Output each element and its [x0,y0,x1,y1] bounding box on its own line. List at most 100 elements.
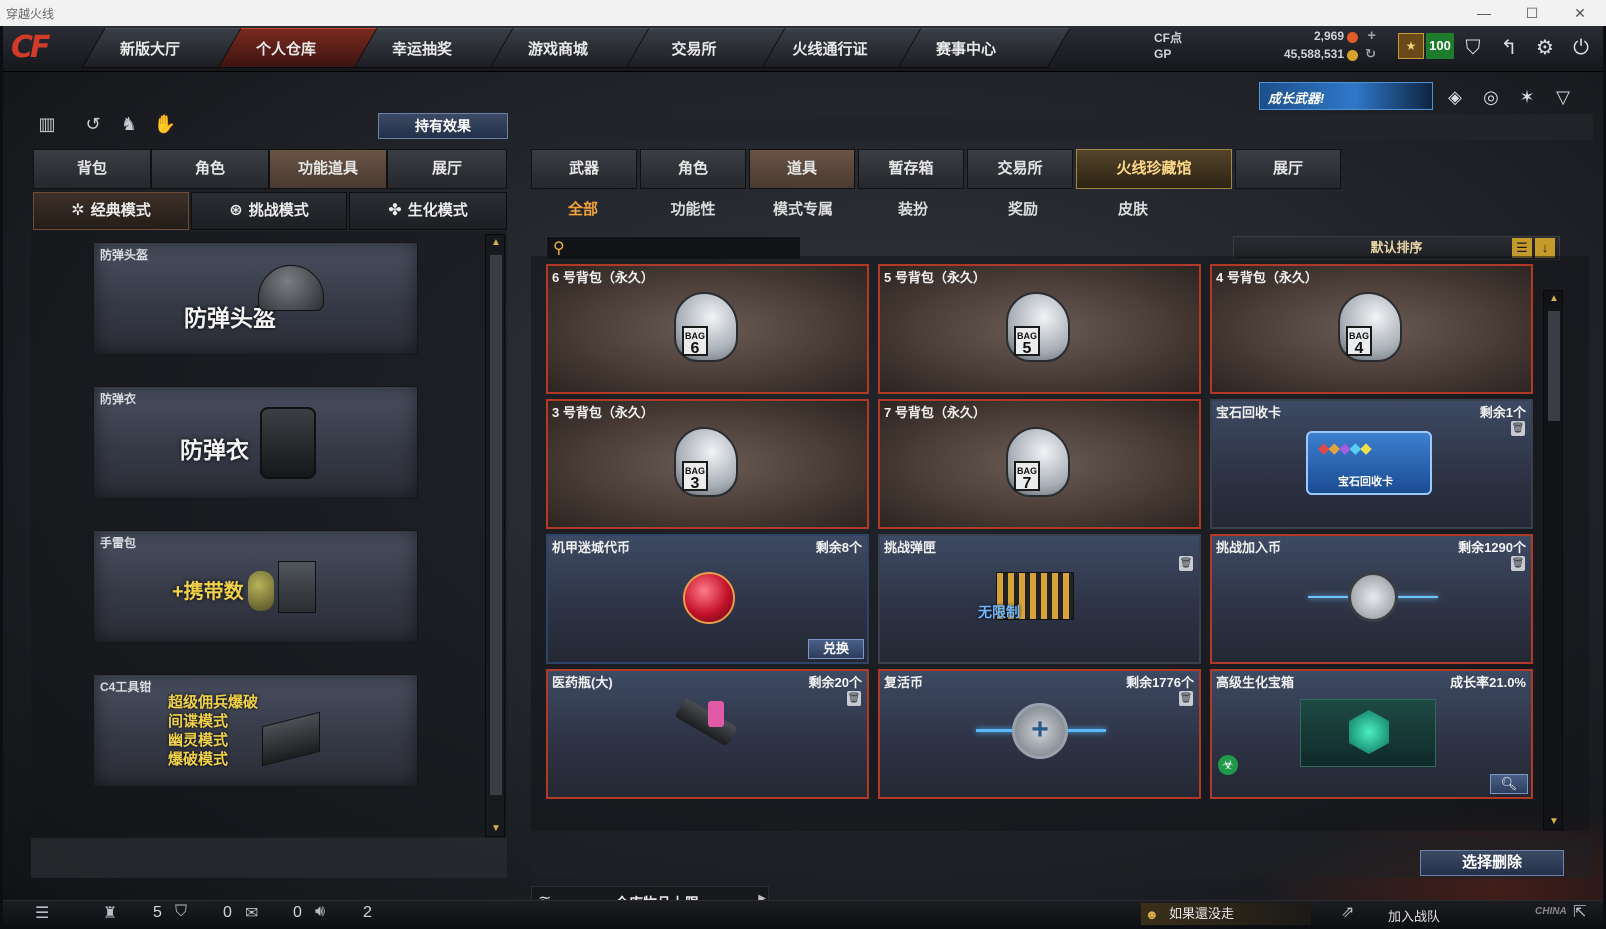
card-vest[interactable]: 防弹衣 防弹衣 [93,386,418,499]
clan-count: 0 [223,904,232,921]
right-tab-showroom[interactable]: 展厅 [1235,149,1341,189]
return-icon[interactable]: ↰ [1495,34,1523,62]
history-icon[interactable]: ↺ [79,114,107,140]
item-card[interactable]: 6 号背包（永久） BAG 6 [546,264,869,394]
join-clan-button[interactable]: 加入战队 [1388,906,1440,925]
right-tab-exchange[interactable]: 交易所 [967,149,1073,189]
scroll-thumb[interactable] [1548,311,1560,421]
subtab-functional[interactable]: 功能性 [638,198,748,219]
left-tab-character[interactable]: 角色 [151,149,269,189]
growth-weapon-banner[interactable]: 成长武器! [1259,82,1433,110]
window-titlebar: 穿越火线 — ☐ ✕ [0,0,1606,26]
item-card[interactable]: 机甲迷城代币 剩余8个 兑换 [546,534,869,664]
backpack-icon: BAG 6 [674,292,738,362]
clan-icon[interactable]: ⛉ [175,903,187,921]
nav-tab-pass-label: 火线通行证 [792,41,868,58]
globe-icon[interactable]: ◎ [1477,84,1505,110]
nav-tab-exchange-label: 交易所 [671,41,717,58]
holding-effect-button[interactable]: 持有效果 [378,113,508,139]
claw-icon[interactable]: ✶ [1513,84,1541,110]
item-card[interactable]: 5 号背包（永久） BAG 5 [878,264,1201,394]
item-card[interactable]: 医药瓶(大) 剩余20个 🗑 [546,669,869,799]
item-card[interactable]: 宝石回收卡 剩余1个 🗑 ◆◆◆◆◆ 宝石回收卡 [1210,399,1533,529]
gear-icon[interactable]: ⚙ [1531,34,1559,62]
stats-icon[interactable]: ▥ [33,114,61,140]
chat-count: 0 [293,904,302,921]
item-card[interactable]: 3 号背包（永久） BAG 3 [546,399,869,529]
biohazard-icon: ☣ [1218,755,1238,775]
trash-icon[interactable]: 🗑 [847,691,861,706]
nav-tab-lobby-label: 新版大厅 [119,41,180,58]
subtab-mode-exclusive[interactable]: 模式专属 [748,198,858,219]
right-tab-weapons[interactable]: 武器 [531,149,637,189]
subtab-all[interactable]: 全部 [528,198,638,219]
menu-list-icon[interactable]: ☰ [35,903,49,923]
card-label: 手雷包 [100,536,137,550]
scroll-up-icon[interactable]: ▲ [1544,293,1564,304]
power-icon[interactable]: ⏻ [1567,34,1595,62]
resize-icon[interactable]: ⇱ [1573,902,1586,922]
minimize-button[interactable]: — [1464,2,1504,24]
item-card[interactable]: 7 号背包（永久） BAG 7 [878,399,1201,529]
rank-badge-icon[interactable]: ★ [1398,33,1424,59]
item-card[interactable]: 挑战弹匣 🗑 无限制 [878,534,1201,664]
left-scrollbar[interactable]: ▲ ▼ [485,234,505,837]
left-tab-showroom[interactable]: 展厅 [387,149,507,189]
mode-biochem[interactable]: ✤ 生化模式 [349,192,507,230]
left-tab-function-items[interactable]: 功能道具 [269,149,387,189]
sort-direction-icon[interactable]: ↓ [1535,238,1555,258]
cf-logo[interactable]: CF [11,30,75,68]
select-delete-button[interactable]: 选择删除 [1420,850,1564,876]
scroll-down-icon[interactable]: ▼ [486,823,506,834]
preview-button[interactable]: 🔍︎ [1490,774,1528,794]
external-link-icon[interactable]: ⇗ [1341,902,1354,922]
mode-challenge[interactable]: ⊛ 挑战模式 [191,192,347,230]
friends-icon[interactable]: ♜ [103,903,117,923]
card-helmet[interactable]: 防弹头盔 防弹头盔 [93,242,418,355]
left-tab-backpack[interactable]: 背包 [33,149,151,189]
right-tab-items[interactable]: 道具 [749,149,855,189]
chat-icon[interactable]: ✉ [245,903,258,923]
canister-icon [278,561,316,613]
trash-icon[interactable]: 🗑 [1511,556,1525,571]
subtab-dress-up[interactable]: 装扮 [858,198,968,219]
refresh-icon[interactable]: ↻ [1365,46,1376,62]
plus-icon[interactable]: + [1367,27,1376,44]
character-icon[interactable]: ♞ [115,114,143,140]
gp-label: GP [1154,47,1172,61]
scroll-down-icon[interactable]: ▼ [1544,816,1564,827]
cf-coin-icon [1347,32,1358,43]
scroll-up-icon[interactable]: ▲ [486,237,506,248]
trash-icon[interactable]: 🗑 [1511,421,1525,436]
right-tab-collection[interactable]: 火线珍藏馆 [1076,149,1232,189]
right-tab-character[interactable]: 角色 [640,149,746,189]
close-button[interactable]: ✕ [1560,2,1600,24]
vip-icon[interactable]: ▽ [1549,84,1577,110]
list-view-icon[interactable]: ☰ [1512,238,1532,258]
maximize-button[interactable]: ☐ [1512,2,1552,24]
item-card[interactable]: 高级生化宝箱 成长率21.0% ☣ 🔍︎ [1210,669,1533,799]
mecha-token-icon [683,572,735,624]
hand-icon[interactable]: ✋ [151,114,179,140]
card-c4-pliers[interactable]: C4工具钳 超级佣兵爆破 间谍模式 幽灵模式 爆破模式 [93,674,418,787]
right-tab-storage[interactable]: 暂存箱 [858,149,964,189]
volume-icon[interactable]: 🔊︎ [315,903,325,921]
subtab-skins[interactable]: 皮肤 [1078,198,1188,219]
trash-icon[interactable]: 🗑 [1179,556,1193,571]
badge-v-icon[interactable]: ◈ [1441,84,1469,110]
exchange-button[interactable]: 兑换 [808,639,864,659]
item-card[interactable]: 4 号背包（永久） BAG 4 [1210,264,1533,394]
top-navigation: CF 新版大厅 个人仓库 幸运抽奖 游戏商城 交易所 火线通行证 赛事中心 CF… [3,26,1603,72]
item-card[interactable]: 挑战加入币 剩余1290个 🗑 [1210,534,1533,664]
item-card[interactable]: 复活币 剩余1776个 🗑 + [878,669,1201,799]
trash-icon[interactable]: 🗑 [1179,691,1193,706]
shield-icon[interactable]: ⛉ [1459,34,1487,62]
right-scrollbar[interactable]: ▲ ▼ [1543,290,1563,830]
card-grenade-pack[interactable]: 手雷包 +携带数 [93,530,418,643]
backpack-icon: BAG 3 [674,427,738,497]
scroll-thumb[interactable] [490,255,502,795]
mode-classic[interactable]: ✲ 经典模式 [33,192,189,230]
gem-recycle-card-icon: ◆◆◆◆◆ 宝石回收卡 [1306,431,1432,495]
news-ticker[interactable]: ☻ 如果還没走 [1141,903,1311,925]
subtab-rewards[interactable]: 奖励 [968,198,1078,219]
